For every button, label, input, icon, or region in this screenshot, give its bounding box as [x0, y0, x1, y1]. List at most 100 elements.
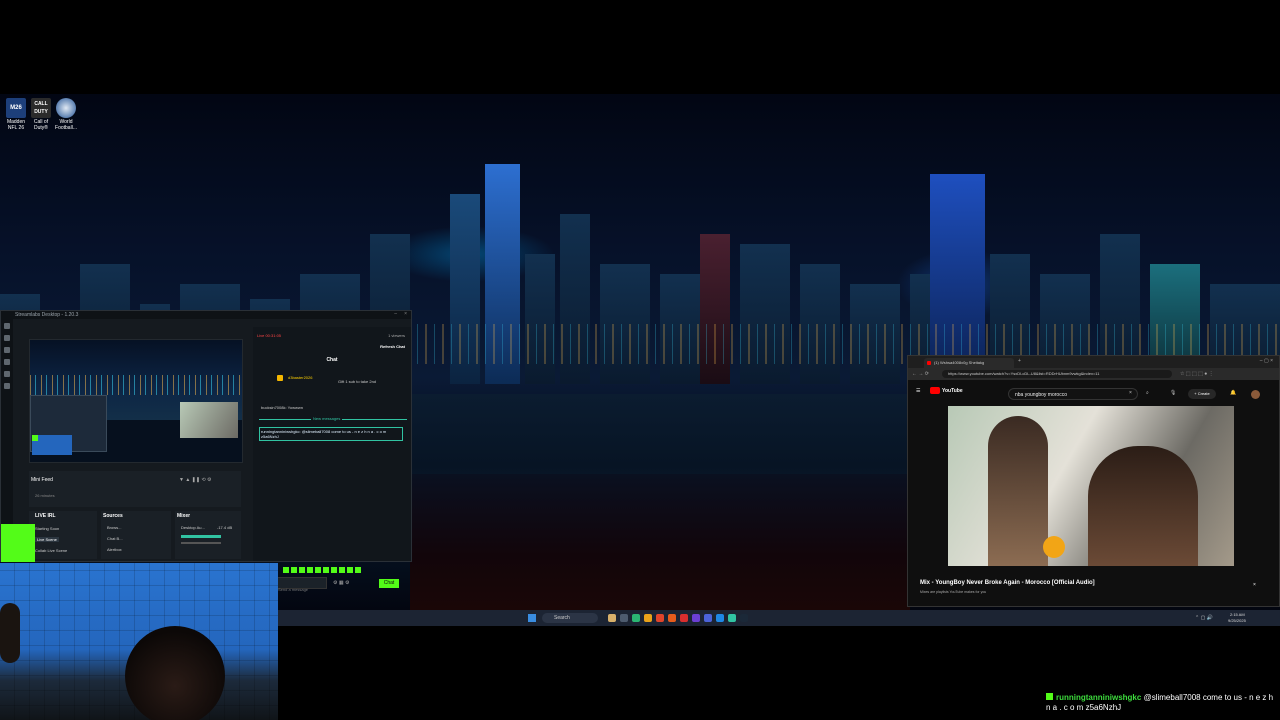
- task-view-icon[interactable]: [620, 614, 628, 622]
- scenes-title: LIVE IRL: [35, 513, 56, 519]
- gift-icon: [277, 375, 283, 381]
- tab-title: (1) Wshsa4008x0g Sheitakg: [934, 360, 985, 365]
- desktop-icon-label: Madden NFL 26: [6, 119, 26, 131]
- scenes-panel: LIVE IRL Starting Soon Live Scene Collab…: [29, 511, 97, 559]
- volume-meter: [181, 535, 221, 538]
- youtube-search-input[interactable]: nba youngboy morocco: [1008, 388, 1138, 400]
- streamlabs-taskbar-icon[interactable]: [728, 614, 736, 622]
- youtube-wordmark[interactable]: YouTube: [942, 388, 963, 394]
- window-controls[interactable]: – ▢ ×: [1260, 358, 1273, 364]
- chat-header-label: Chat: [326, 357, 338, 363]
- address-bar[interactable]: https://www.youtube.com/watch?v=YsxDl-cD…: [942, 370, 1172, 378]
- themes-icon[interactable]: [4, 335, 10, 341]
- taskbar-app-icon[interactable]: [656, 614, 664, 622]
- streamer-head: [125, 626, 225, 720]
- taskbar-app-icon[interactable]: [692, 614, 700, 622]
- minimize-icon[interactable]: –: [394, 311, 397, 317]
- scene-item[interactable]: Collab Live Scene: [35, 548, 67, 553]
- youtube-favicon-icon: [927, 361, 931, 365]
- chat-header: Chat: [253, 357, 411, 364]
- discord-icon[interactable]: [704, 614, 712, 622]
- taskbar-search-label: Search: [554, 615, 570, 621]
- mixer-panel: Mixer Desktop Au... -17.4 dB: [175, 511, 241, 559]
- streamlabs-titlebar: Streamlabs Desktop - 1.20.3 – ×: [1, 311, 411, 319]
- desktop-icon-world-football[interactable]: World Football...: [54, 98, 78, 131]
- taskbar-app-icon[interactable]: [680, 614, 688, 622]
- close-icon[interactable]: ×: [404, 311, 407, 317]
- window-title: Streamlabs Desktop - 1.20.3: [15, 312, 79, 318]
- new-messages-label: New messages: [311, 416, 343, 421]
- start-icon[interactable]: [528, 614, 536, 622]
- chat-tools-icons[interactable]: ⚙ ▦ ⚙: [333, 580, 349, 586]
- globe-icon: [56, 98, 76, 118]
- dashboard-icon[interactable]: [4, 371, 10, 377]
- chat-panel: Live 00:31:05 1 viewers Refresh Chat Cha…: [253, 327, 411, 592]
- highlighter-icon[interactable]: [4, 359, 10, 365]
- create-label: Create: [1197, 391, 1210, 396]
- system-tray-icons[interactable]: ⌃ ▢ 🔊: [1195, 615, 1213, 621]
- browser-window: (1) Wshsa4008x0g Sheitakg + – ▢ × ← → ⟳ …: [907, 355, 1280, 607]
- search-icon[interactable]: ⌕: [1146, 390, 1149, 396]
- shoreline: [410, 474, 910, 610]
- browser-extension-icons[interactable]: ☆ ⬚ ⬚ ⬚ ● ⋮: [1180, 371, 1214, 377]
- sources-panel: Sources Brows... Chat B... Alertbox: [101, 511, 171, 559]
- taskbar-app-icon[interactable]: [632, 614, 640, 622]
- video-thumbnail[interactable]: [948, 406, 1234, 566]
- chat-input[interactable]: Send a message: [275, 577, 327, 592]
- browser-tab[interactable]: (1) Wshsa4008x0g Sheitakg: [924, 358, 1014, 368]
- person-figure: [1088, 446, 1198, 566]
- chat-input-placeholder: Send a message: [278, 587, 309, 592]
- youtube-logo-icon[interactable]: [930, 387, 940, 394]
- mix-subtitle: Mixes are playlists YouTube makes for yo…: [920, 590, 987, 594]
- taskbar-time: 2:15 AM: [1230, 612, 1245, 617]
- browser-tabbar: (1) Wshsa4008x0g Sheitakg + – ▢ ×: [908, 356, 1279, 368]
- close-mix-icon[interactable]: ×: [1253, 582, 1256, 588]
- create-button[interactable]: + Create: [1188, 389, 1216, 399]
- desktop-icon-label: World Football...: [55, 119, 77, 131]
- nav-buttons-icon[interactable]: ← → ⟳: [912, 371, 929, 377]
- hamburger-menu-icon[interactable]: ☰: [916, 388, 920, 394]
- sources-title: Sources: [103, 513, 123, 519]
- notifications-icon[interactable]: 🔔: [1230, 390, 1236, 396]
- mixer-source-name: Desktop Au...: [181, 525, 205, 530]
- settings-icon[interactable]: [4, 383, 10, 389]
- steam-icon[interactable]: [740, 614, 748, 622]
- mini-feed-panel: Mini Feed 26 minutes ▼ ▲ ❚❚ ⟲ ⚙: [29, 471, 241, 507]
- taskbar-app-icon[interactable]: [668, 614, 676, 622]
- clear-search-icon[interactable]: ×: [1129, 390, 1132, 396]
- kick-badge-icon: [1046, 693, 1053, 700]
- avatar[interactable]: [1251, 390, 1260, 399]
- stream-preview: [29, 339, 243, 463]
- live-status: Live 00:31:05: [257, 333, 282, 338]
- mix-title[interactable]: Mix - YoungBoy Never Broke Again - Moroc…: [920, 580, 1095, 586]
- madden-icon: M26: [6, 98, 26, 118]
- scene-item[interactable]: Starting Soon: [35, 526, 59, 531]
- taskbar-app-icon[interactable]: [608, 614, 616, 622]
- scene-item-active[interactable]: Live Scene: [35, 537, 59, 542]
- app-store-icon[interactable]: [4, 347, 10, 353]
- refresh-chat-button[interactable]: Refresh Chat: [380, 344, 405, 349]
- emote-bar[interactable]: [283, 567, 363, 573]
- source-item[interactable]: Alertbox: [107, 547, 122, 552]
- mini-feed-filter: 26 minutes: [35, 493, 55, 498]
- chat-message-highlight: runningtanniniwshgkc: @slimeball7008 com…: [259, 427, 403, 441]
- viewer-count: 1 viewers: [388, 333, 405, 338]
- desktop-icon-madden[interactable]: M26 Madden NFL 26: [4, 98, 28, 131]
- taskbar-search[interactable]: Search: [542, 613, 598, 623]
- desktop-icon-label: Call of Duty®: [33, 119, 49, 131]
- microphone-icon[interactable]: 🎙: [1170, 390, 1176, 396]
- chat-message: bucksin7008k: Yowwwn: [261, 405, 304, 410]
- volume-slider[interactable]: [181, 542, 221, 544]
- taskbar-app-icon[interactable]: [716, 614, 724, 622]
- new-tab-icon[interactable]: +: [1018, 358, 1021, 364]
- chat-send-button[interactable]: Chat: [379, 579, 399, 588]
- mini-feed-title: Mini Feed: [31, 477, 53, 483]
- editor-icon[interactable]: [4, 323, 10, 329]
- desktop-icon-call-of-duty[interactable]: CALL DUTY Call of Duty®: [29, 98, 53, 131]
- source-item[interactable]: Chat B...: [107, 536, 123, 541]
- mini-feed-controls[interactable]: ▼ ▲ ❚❚ ⟲ ⚙: [179, 477, 212, 483]
- chat-overlay: runningtanniniwshgkc @slimeball7008 come…: [1046, 693, 1276, 713]
- file-explorer-icon[interactable]: [644, 614, 652, 622]
- mixer-level: -17.4 dB: [217, 525, 233, 530]
- source-item[interactable]: Brows...: [107, 525, 121, 530]
